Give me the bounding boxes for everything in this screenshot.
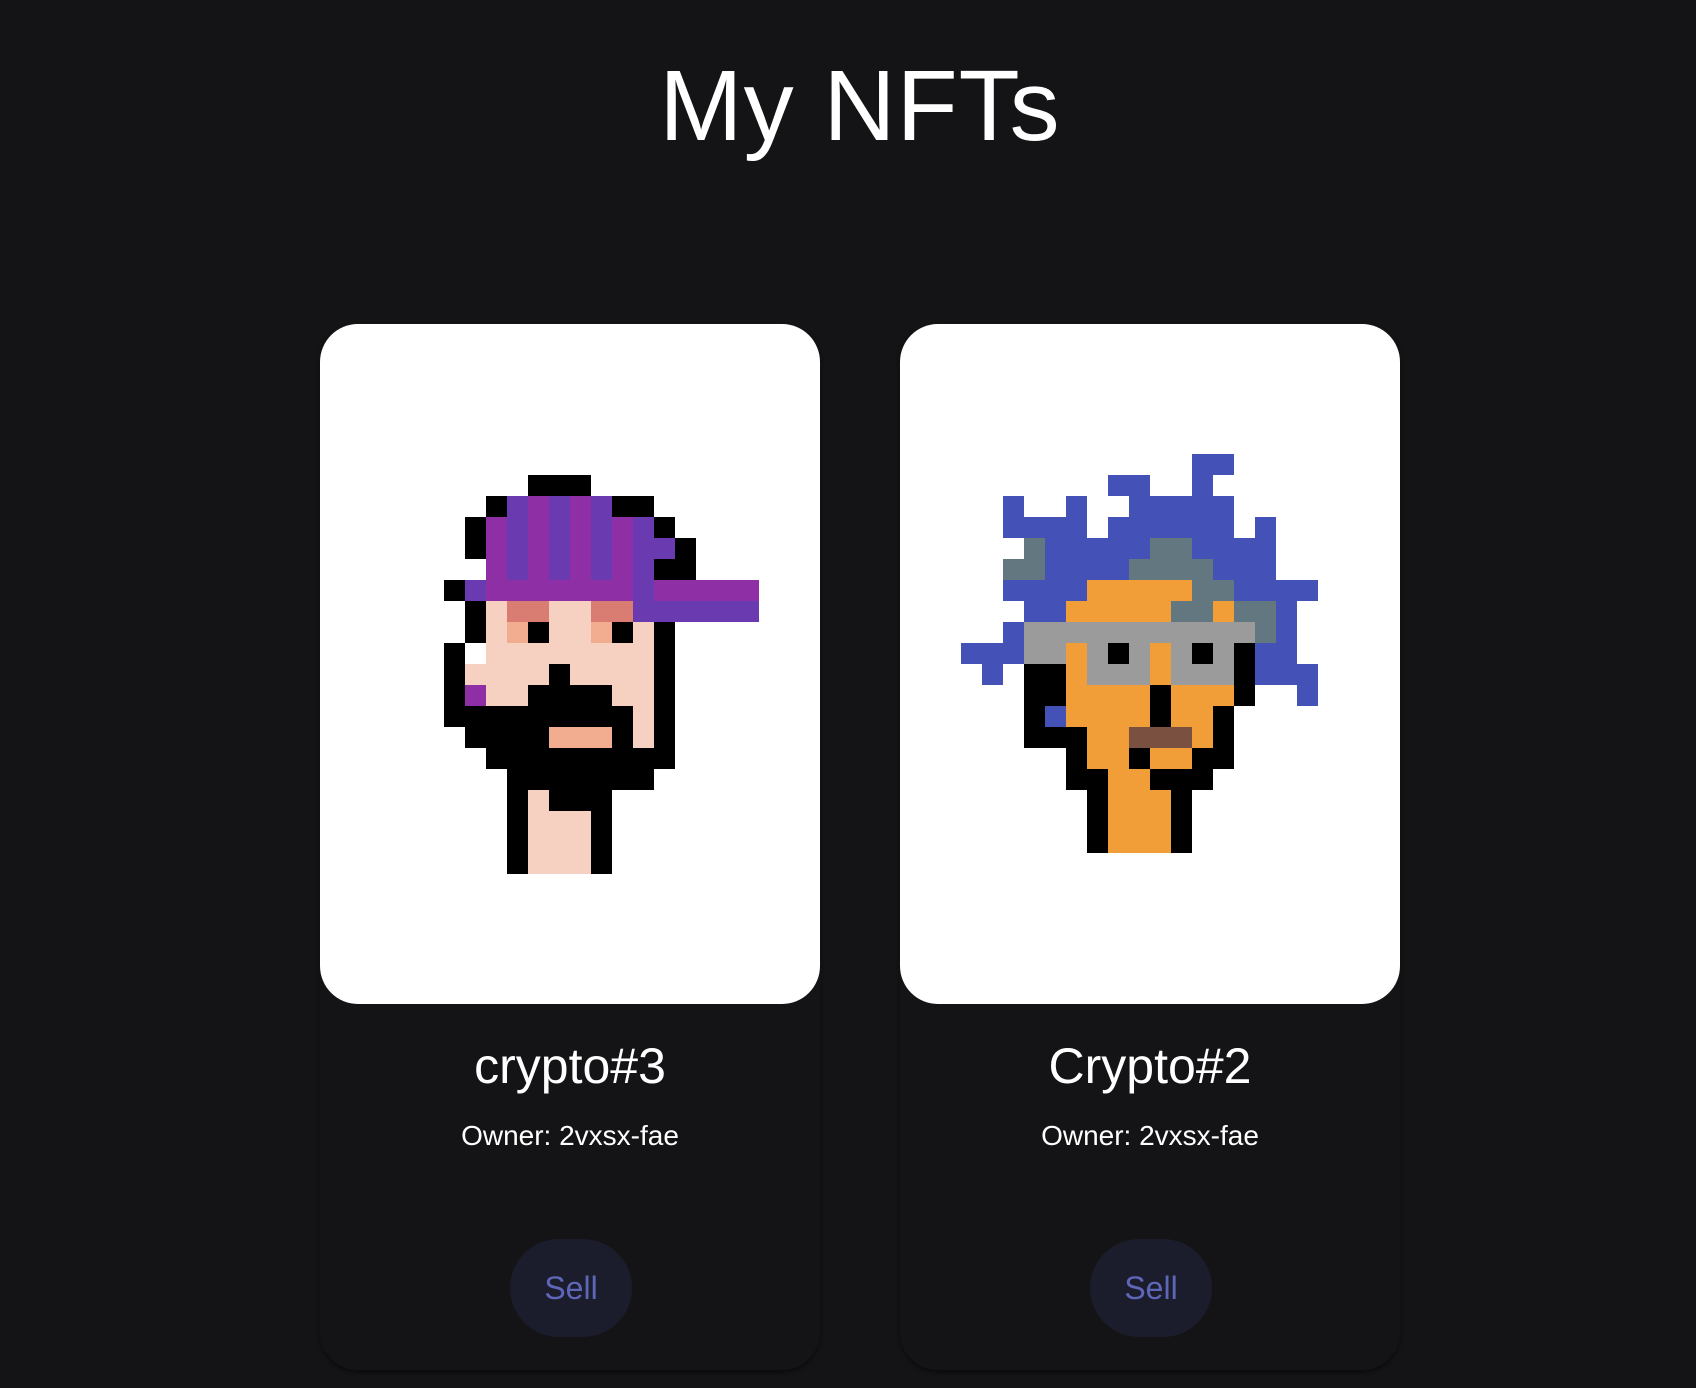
sell-button[interactable]: Sell <box>1090 1239 1212 1337</box>
nft-image <box>900 324 1400 1004</box>
nft-card: Crypto#2 Owner: 2vxsx-fae Sell <box>900 324 1400 1370</box>
punk-blue-hair-icon <box>961 454 1318 853</box>
nft-image <box>320 324 820 1004</box>
sell-button[interactable]: Sell <box>510 1239 632 1337</box>
page-title: My NFTs <box>659 50 1061 162</box>
punk-purple-cap-icon <box>444 475 759 874</box>
nft-name: crypto#3 <box>474 1038 666 1094</box>
my-nfts-page: My NFTs crypto#3 Owner: 2vxsx-fae Sell C… <box>0 0 1696 1388</box>
nft-owner: Owner: 2vxsx-fae <box>461 1120 679 1151</box>
nft-owner: Owner: 2vxsx-fae <box>1041 1120 1259 1151</box>
nft-card: crypto#3 Owner: 2vxsx-fae Sell <box>320 324 820 1370</box>
nft-name: Crypto#2 <box>1048 1038 1252 1094</box>
